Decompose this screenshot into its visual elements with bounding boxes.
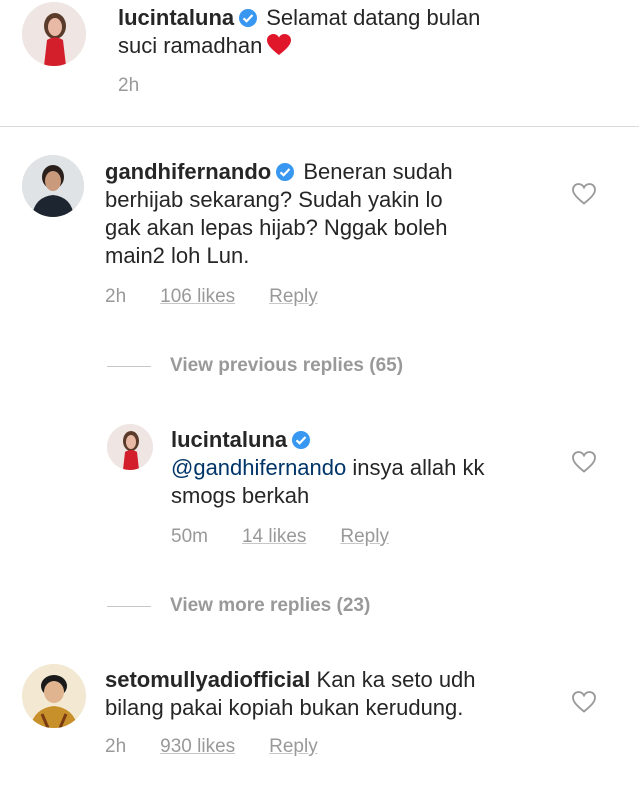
heart-outline-icon[interactable]: [571, 182, 597, 206]
comment-3-meta: 2h 930 likes Reply: [105, 736, 352, 758]
view-previous-replies[interactable]: View previous replies (65): [107, 355, 403, 377]
caption-body: Selamat datang bulan: [266, 5, 481, 30]
comment-3-username[interactable]: setomullyadiofficial: [105, 667, 310, 692]
reply-1-likes[interactable]: 14 likes: [242, 526, 306, 548]
view-more-label: View more replies (23): [170, 595, 371, 616]
red-heart-emoji: [267, 34, 292, 55]
reply-1-line1: insya allah kk: [352, 455, 485, 480]
comment-1-reply-button[interactable]: Reply: [269, 286, 318, 308]
avatar-setomullyadiofficial[interactable]: [22, 664, 86, 728]
replies-line: [107, 605, 151, 607]
caption-body-2: suci ramadhan: [118, 33, 263, 58]
heart-outline-icon[interactable]: [571, 450, 597, 474]
verified-badge-icon: [239, 9, 258, 27]
avatar-gandhifernando[interactable]: [22, 155, 84, 217]
comment-3-line1: Kan ka seto udh: [316, 667, 476, 692]
verified-badge-icon: [292, 431, 311, 449]
reply-1-reply-button[interactable]: Reply: [340, 526, 389, 548]
reply-1-mention[interactable]: @gandhifernando: [171, 455, 346, 480]
comment-1-line1: Beneran sudah: [303, 159, 453, 184]
caption-divider: [0, 126, 639, 127]
heart-outline-icon[interactable]: [571, 690, 597, 714]
view-more-replies[interactable]: View more replies (23): [107, 595, 370, 617]
comment-3-line2: bilang pakai kopiah bukan kerudung.: [105, 695, 464, 720]
comment-3-text: setomullyadiofficial Kan ka seto udh bil…: [105, 666, 565, 722]
view-previous-label: View previous replies (65): [170, 355, 404, 376]
comment-1-username[interactable]: gandhifernando: [105, 159, 271, 184]
avatar-lucintaluna[interactable]: [22, 2, 86, 66]
reply-1-line2: smogs berkah: [171, 483, 310, 508]
avatar-lucintaluna-reply[interactable]: [107, 424, 153, 470]
comment-1-line2: berhijab sekarang? Sudah yakin lo: [105, 187, 443, 212]
caption-meta: 2h: [118, 75, 173, 97]
comment-3-reply-button[interactable]: Reply: [269, 736, 318, 758]
comment-3-likes[interactable]: 930 likes: [160, 736, 235, 758]
caption-text: lucintaluna Selamat datang bulan suci ra…: [118, 4, 618, 60]
caption-username[interactable]: lucintaluna: [118, 5, 234, 30]
comment-1-time: 2h: [105, 286, 127, 307]
reply-1-text: lucintaluna @gandhifernando insya allah …: [171, 426, 561, 510]
verified-badge-icon: [276, 163, 295, 181]
reply-1-username[interactable]: lucintaluna: [171, 427, 287, 452]
caption-time: 2h: [118, 75, 140, 96]
reply-1-meta: 50m 14 likes Reply: [171, 526, 423, 548]
replies-line: [107, 365, 151, 367]
reply-1-time: 50m: [171, 526, 208, 547]
comment-1-likes[interactable]: 106 likes: [160, 286, 235, 308]
comment-3-time: 2h: [105, 736, 127, 757]
comment-1-meta: 2h 106 likes Reply: [105, 286, 352, 308]
comment-1-line4: main2 loh Lun.: [105, 243, 250, 268]
comment-1-text: gandhifernando Beneran sudah berhijab se…: [105, 158, 555, 270]
comment-1-line3: gak akan lepas hijab? Nggak boleh: [105, 215, 448, 240]
